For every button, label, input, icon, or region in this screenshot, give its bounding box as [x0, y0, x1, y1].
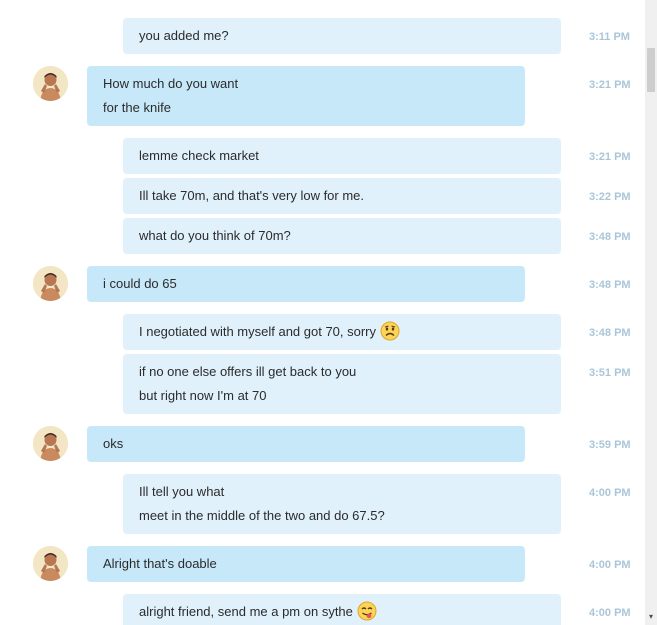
- message-text: oks: [103, 436, 124, 451]
- avatar-person-icon: [33, 66, 68, 101]
- message-text: I negotiated with myself and got 70, sor…: [139, 324, 377, 339]
- avatar-person-icon: [33, 546, 68, 581]
- message-text: How much do you want: [103, 76, 239, 91]
- message-bubble[interactable]: Ill tell you what meet in the middle of …: [123, 474, 561, 534]
- scrollbar-thumb[interactable]: [647, 48, 655, 92]
- sad-face-emoji-icon: [380, 321, 400, 341]
- message-timestamp: 3:51 PM: [589, 367, 631, 379]
- message-bubble[interactable]: what do you think of 70m?: [123, 218, 561, 254]
- message-bubble[interactable]: How much do you want for the knife: [87, 66, 525, 126]
- message-timestamp: 3:48 PM: [589, 279, 631, 291]
- message-bubble[interactable]: i could do 65: [87, 266, 525, 302]
- message-text: what do you think of 70m?: [139, 228, 291, 243]
- avatar-person-icon: [33, 426, 68, 461]
- message-timestamp: 3:22 PM: [589, 191, 631, 203]
- message-text: if no one else offers ill get back to yo…: [139, 364, 357, 379]
- message-text: meet in the middle of the two and do 67.…: [139, 508, 385, 523]
- message-text: for the knife: [103, 100, 171, 115]
- contact-avatar[interactable]: [33, 426, 68, 461]
- message-timestamp: 3:59 PM: [589, 439, 631, 451]
- message-bubble[interactable]: lemme check market: [123, 138, 561, 174]
- message-timestamp: 3:11 PM: [589, 31, 630, 43]
- message-timestamp: 3:48 PM: [589, 231, 631, 243]
- message-timestamp: 4:00 PM: [589, 607, 631, 619]
- scroll-down-arrow-icon[interactable]: ▾: [645, 611, 657, 623]
- vertical-scrollbar[interactable]: ▾: [645, 0, 657, 625]
- message-bubble[interactable]: Alright that's doable: [87, 546, 525, 582]
- message-text: Alright that's doable: [103, 556, 217, 571]
- message-text: you added me?: [139, 28, 229, 43]
- message-bubble[interactable]: I negotiated with myself and got 70, sor…: [123, 314, 561, 350]
- message-bubble[interactable]: you added me?: [123, 18, 561, 54]
- message-timestamp: 3:21 PM: [589, 151, 631, 163]
- message-text: i could do 65: [103, 276, 177, 291]
- chat-history: you added me? 3:11 PM How much do you wa…: [0, 0, 645, 625]
- contact-avatar[interactable]: [33, 66, 68, 101]
- message-timestamp: 3:21 PM: [589, 79, 631, 91]
- contact-avatar[interactable]: [33, 266, 68, 301]
- message-timestamp: 3:48 PM: [589, 327, 631, 339]
- message-text: but right now I'm at 70: [139, 388, 267, 403]
- contact-avatar[interactable]: [33, 546, 68, 581]
- message-bubble[interactable]: Ill take 70m, and that's very low for me…: [123, 178, 561, 214]
- message-bubble[interactable]: alright friend, send me a pm on sythe: [123, 594, 561, 625]
- message-text: alright friend, send me a pm on sythe: [139, 604, 353, 619]
- message-timestamp: 4:00 PM: [589, 487, 631, 499]
- message-bubble[interactable]: oks: [87, 426, 525, 462]
- message-text: lemme check market: [139, 148, 259, 163]
- message-text: Ill tell you what: [139, 484, 225, 499]
- avatar-person-icon: [33, 266, 68, 301]
- message-text: Ill take 70m, and that's very low for me…: [139, 188, 365, 203]
- message-timestamp: 4:00 PM: [589, 559, 631, 571]
- message-bubble[interactable]: if no one else offers ill get back to yo…: [123, 354, 561, 414]
- tongue-out-emoji-icon: [357, 601, 377, 621]
